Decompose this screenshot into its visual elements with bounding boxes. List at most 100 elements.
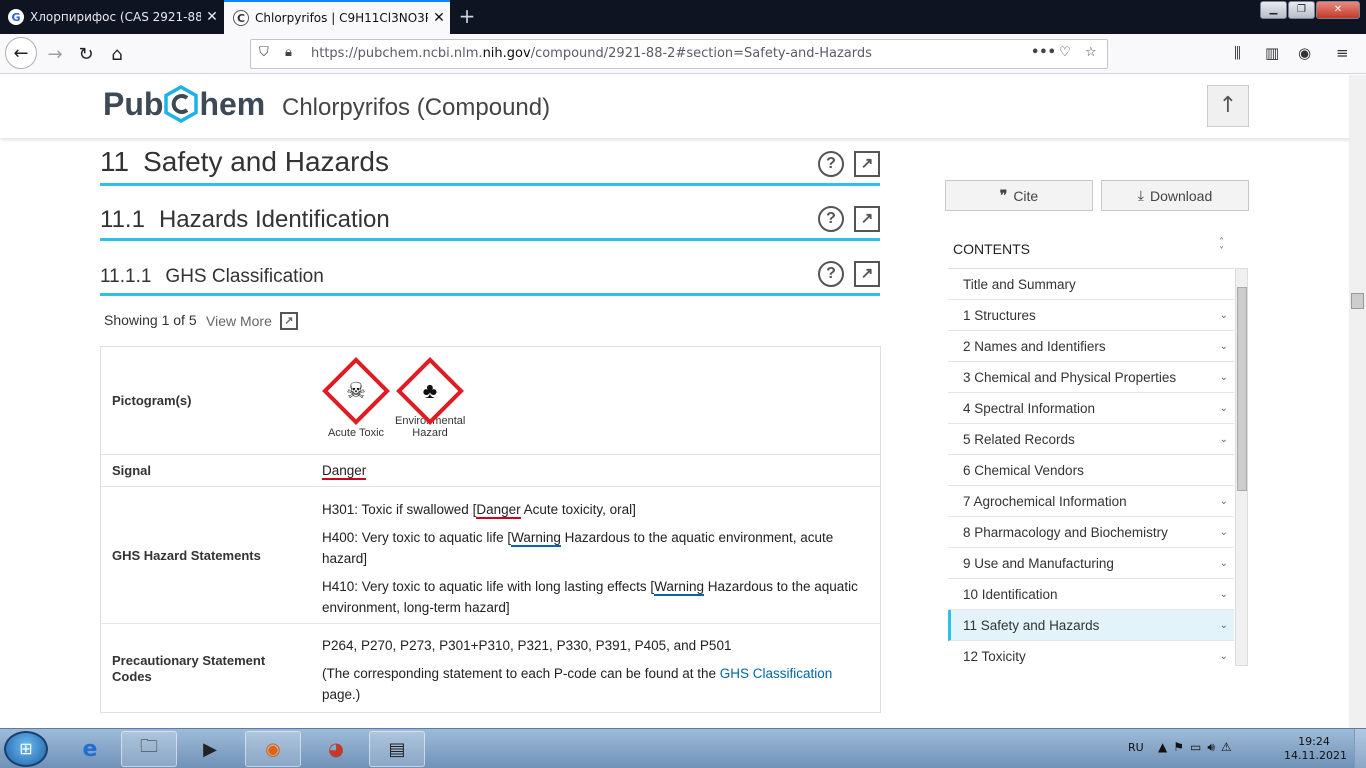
toc-scrollbar-thumb[interactable]: [1237, 287, 1247, 491]
start-button[interactable]: ⊞: [4, 731, 48, 767]
toc-label: 9 Use and Manufacturing: [963, 556, 1114, 571]
section-heading-safety: 11 Safety and Hazards ? ↗: [100, 146, 880, 186]
browser-tab-1[interactable]: G Хлорпирифос (CAS 2921-88-2 ✕: [0, 0, 223, 34]
file-explorer-icon[interactable]: 🗀: [121, 731, 177, 767]
pubchem-logo[interactable]: Pub hem: [103, 84, 265, 124]
chevron-down-icon[interactable]: ⌄: [1220, 579, 1228, 610]
pubchem-header: Pub hem Chlorpyrifos (Compound) ↑: [0, 75, 1366, 138]
close-window-button[interactable]: ✕: [1316, 1, 1360, 19]
download-button[interactable]: ⤓ Download: [1101, 180, 1249, 211]
browser-app-icon[interactable]: ◕: [308, 731, 364, 767]
chevron-down-icon[interactable]: ⌄: [1220, 424, 1228, 455]
library-icon[interactable]: ⫼: [1234, 44, 1241, 62]
help-icon[interactable]: ?: [818, 261, 844, 287]
account-icon[interactable]: ◉: [1298, 44, 1311, 62]
ghs-classification-link[interactable]: GHS Classification: [720, 666, 833, 681]
maximize-window-button[interactable]: ❐: [1288, 1, 1315, 19]
danger-link[interactable]: Danger: [476, 502, 521, 519]
warning-link[interactable]: Warning: [654, 579, 704, 596]
toc-scrollbar[interactable]: [1235, 268, 1248, 666]
back-arrow-icon[interactable]: ←: [5, 37, 37, 69]
section-title: Safety and Hazards: [143, 146, 389, 177]
view-more-link[interactable]: View More ↗: [206, 312, 298, 330]
toc-item[interactable]: 7 Agrochemical Information ⌄: [948, 486, 1234, 517]
external-link-icon: ↗: [279, 312, 298, 330]
menu-icon[interactable]: ≡: [1336, 44, 1349, 62]
cite-label: Cite: [1013, 187, 1039, 204]
download-label: Download: [1149, 187, 1213, 204]
scroll-to-top-button[interactable]: ↑: [1207, 85, 1249, 127]
chevron-down-icon[interactable]: ⌄: [1220, 300, 1228, 331]
toc-item[interactable]: 6 Chemical Vendors: [948, 455, 1234, 486]
pocket-icon[interactable]: ♡: [1059, 45, 1071, 60]
external-link-icon[interactable]: ↗: [854, 261, 880, 287]
toc-label: 3 Chemical and Physical Properties: [963, 370, 1177, 385]
internet-explorer-icon[interactable]: e: [62, 731, 118, 767]
toc-item[interactable]: 12 Toxicity ⌄: [948, 641, 1234, 666]
close-tab-icon[interactable]: ✕: [428, 10, 450, 26]
chevron-down-icon[interactable]: ⌄: [1220, 641, 1228, 666]
toc-item[interactable]: 5 Related Records ⌄: [948, 424, 1234, 455]
help-icon[interactable]: ?: [818, 206, 844, 232]
bookmark-star-icon[interactable]: ☆: [1085, 45, 1097, 60]
section-title: Hazards Identification: [158, 206, 390, 233]
text: Acute toxicity, oral]: [520, 502, 636, 517]
clock[interactable]: 19:24 14.11.2021: [1284, 735, 1347, 763]
reload-icon[interactable]: ↻: [71, 39, 101, 69]
show-desktop-button[interactable]: [1354, 729, 1366, 768]
skull-crossbones-icon: ☠: [346, 378, 366, 403]
page-scrollbar[interactable]: [1349, 75, 1366, 728]
row-label: GHS Hazard Statements: [112, 548, 261, 563]
chevron-down-icon[interactable]: ⌄: [1220, 486, 1228, 517]
contents-heading: CONTENTS: [953, 241, 1030, 257]
forward-arrow-icon[interactable]: →: [40, 39, 70, 69]
system-tray-icons[interactable]: ▲⚑▭🔊︎⚠: [1158, 740, 1238, 755]
signal-value[interactable]: Danger: [322, 463, 367, 480]
toc-item[interactable]: 3 Chemical and Physical Properties ⌄: [948, 362, 1234, 393]
page-scrollbar-thumb[interactable]: [1351, 293, 1364, 309]
chevron-down-icon[interactable]: ⌄: [1220, 517, 1228, 548]
expand-collapse-icon[interactable]: ˄ ˅: [1219, 238, 1224, 257]
minimize-window-button[interactable]: ▁: [1260, 1, 1287, 19]
toc-item[interactable]: 9 Use and Manufacturing ⌄: [948, 548, 1234, 579]
close-tab-icon[interactable]: ✕: [201, 9, 223, 25]
table-row-signal: Signal Danger: [101, 455, 880, 487]
chevron-down-icon[interactable]: ⌄: [1220, 393, 1228, 424]
toc-item[interactable]: 10 Identification ⌄: [948, 579, 1234, 610]
chevron-down-icon[interactable]: ⌄: [1220, 610, 1228, 641]
toc-item[interactable]: 1 Structures ⌄: [948, 300, 1234, 331]
external-link-icon[interactable]: ↗: [854, 206, 880, 232]
lock-icon[interactable]: 🔒︎: [285, 45, 292, 60]
table-row-hazard-statements: GHS Hazard Statements H301: Toxic if swa…: [101, 487, 880, 624]
chevron-down-icon[interactable]: ⌄: [1220, 331, 1228, 362]
row-label: Precautionary Statement Codes: [112, 653, 266, 684]
chevron-down-icon[interactable]: ⌄: [1220, 548, 1228, 579]
pictogram-environmental-hazard[interactable]: ♣ Environmental Hazard: [395, 357, 465, 439]
notepad-icon[interactable]: ▤: [369, 731, 425, 767]
media-player-icon[interactable]: ▶: [182, 731, 238, 767]
toc-item[interactable]: Title and Summary: [948, 269, 1234, 300]
help-icon[interactable]: ?: [818, 151, 844, 177]
page-actions-icon[interactable]: •••: [1031, 45, 1056, 60]
toc-item[interactable]: 4 Spectral Information ⌄: [948, 393, 1234, 424]
toc-item-active[interactable]: 11 Safety and Hazards ⌄: [948, 610, 1234, 641]
chevron-down-icon[interactable]: ⌄: [1220, 362, 1228, 393]
toc-item[interactable]: 2 Names and Identifiers ⌄: [948, 331, 1234, 362]
section-title: GHS Classification: [165, 266, 324, 287]
home-icon[interactable]: ⌂: [102, 39, 132, 69]
clock-date: 14.11.2021: [1284, 749, 1347, 762]
firefox-icon[interactable]: ◉: [245, 731, 301, 767]
new-tab-icon[interactable]: +: [456, 4, 478, 28]
toc-item[interactable]: 8 Pharmacology and Biochemistry ⌄: [948, 517, 1234, 548]
pictogram-acute-toxic[interactable]: ☠ Acute Toxic: [321, 357, 391, 439]
url-bar[interactable]: ⛉ 🔒︎ https://pubchem.ncbi.nlm.nih.gov/co…: [250, 39, 1108, 69]
language-indicator[interactable]: RU: [1128, 741, 1144, 754]
external-link-icon[interactable]: ↗: [854, 151, 880, 177]
browser-tab-2-active[interactable]: C Chlorpyrifos | C9H11Cl3NO3PS ✕: [224, 0, 450, 34]
cite-button[interactable]: ❞ Cite: [945, 180, 1093, 211]
shield-icon[interactable]: ⛉: [259, 45, 269, 60]
url-text[interactable]: https://pubchem.ncbi.nlm.nih.gov/compoun…: [311, 46, 872, 61]
sidebar-icon[interactable]: ▥: [1265, 44, 1279, 62]
toc-label: 12 Toxicity: [963, 649, 1026, 664]
warning-link[interactable]: Warning: [511, 530, 561, 547]
